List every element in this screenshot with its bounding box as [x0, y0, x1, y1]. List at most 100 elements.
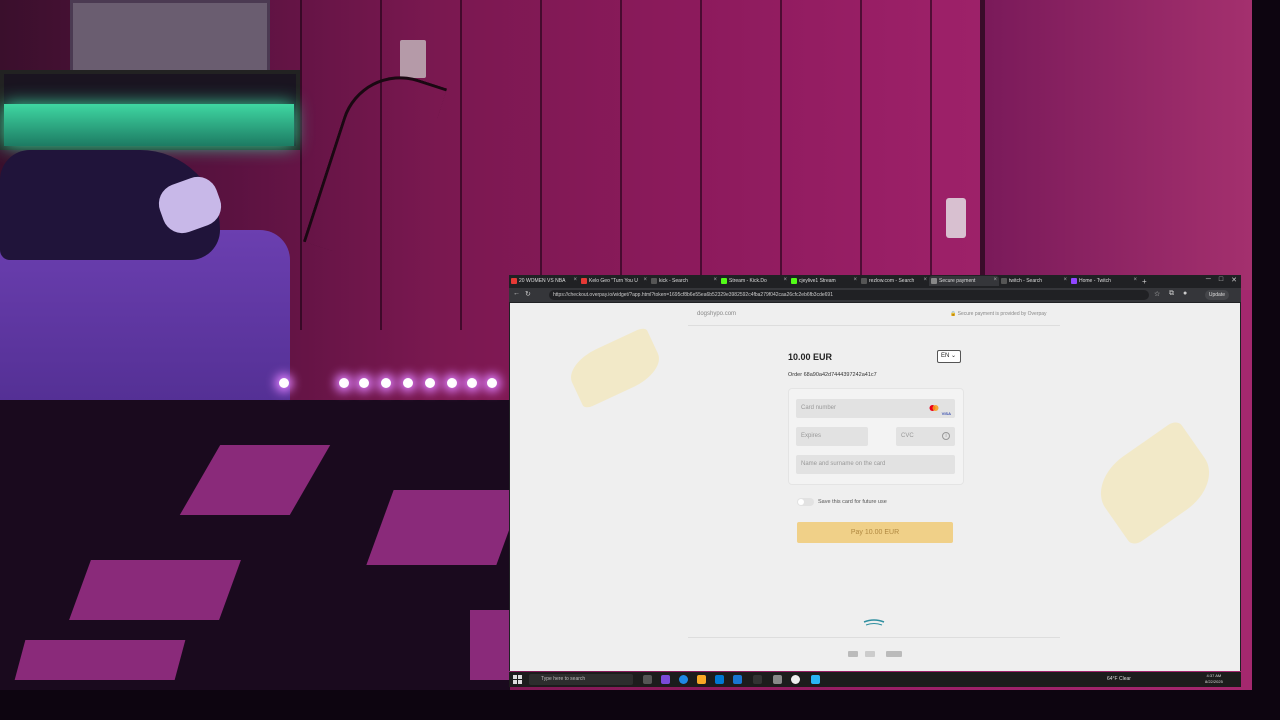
tab-favicon-icon — [581, 278, 587, 284]
door-panel — [70, 0, 270, 75]
tab[interactable]: Stream - Kick.Do × — [719, 276, 789, 286]
tab-label: 20 WOMEN VS NBA — [519, 278, 566, 284]
obs-icon[interactable] — [791, 675, 800, 684]
edge-icon[interactable] — [679, 675, 688, 684]
tab-favicon-icon — [1001, 278, 1007, 284]
led — [425, 378, 435, 388]
close-tab-icon[interactable]: × — [573, 277, 577, 283]
led — [403, 378, 413, 388]
tab[interactable]: rezlow.com - Search × — [859, 276, 929, 286]
maximize-icon[interactable]: □ — [1219, 276, 1223, 284]
pay-button[interactable]: Pay 10.00 EUR — [797, 522, 953, 543]
extensions-icon[interactable]: ⧉ — [1169, 290, 1174, 298]
file-explorer-icon[interactable] — [697, 675, 706, 684]
app-icon[interactable] — [753, 675, 762, 684]
tab-favicon-icon — [511, 278, 517, 284]
header-divider — [688, 325, 1060, 326]
tab[interactable]: twitch - Search × — [999, 276, 1069, 286]
tab[interactable]: Kelo Geo "Turn You U × — [579, 276, 649, 286]
clock-date: 8/22/2025 — [1205, 679, 1223, 684]
tab-active[interactable]: Secure payment × — [929, 276, 999, 286]
info-icon[interactable]: i — [942, 432, 950, 440]
desktop: 20 WOMEN VS NBA × Kelo Geo "Turn You U × k… — [0, 0, 1280, 720]
mail-icon[interactable] — [733, 675, 742, 684]
store-icon[interactable] — [715, 675, 724, 684]
floor — [0, 400, 524, 690]
background-decoration — [563, 326, 667, 410]
url-field[interactable]: https://checkout.overpay.io/widget/?app.… — [549, 290, 1149, 300]
language-select[interactable]: EN ⌄ — [937, 350, 961, 363]
tab-favicon-icon — [1071, 278, 1077, 284]
address-bar-row: ← ↻ https://checkout.overpay.io/widget/?… — [509, 288, 1241, 302]
background-decoration — [1087, 418, 1223, 548]
secure-badge-icon — [865, 651, 875, 657]
close-tab-icon[interactable]: × — [993, 277, 997, 283]
tab[interactable]: cjeylive1 Stream × — [789, 276, 859, 286]
card-number-placeholder: Card number — [801, 405, 837, 411]
save-card-toggle[interactable] — [797, 498, 814, 506]
secure-payment-note: 🔒 Secure payment is provided by Overpay — [950, 311, 1047, 317]
tab[interactable]: Home - Twitch × — [1069, 276, 1139, 286]
tab[interactable]: 20 WOMEN VS NBA × — [509, 276, 579, 286]
reload-icon[interactable]: ↻ — [525, 290, 531, 298]
close-tab-icon[interactable]: × — [783, 277, 787, 283]
pci-badge-icon — [848, 651, 858, 657]
window-controls: ─ □ ✕ — [1206, 276, 1237, 284]
tab-label: cjeylive1 Stream — [799, 278, 836, 284]
close-tab-icon[interactable]: × — [1133, 277, 1137, 283]
tab-favicon-icon — [651, 278, 657, 284]
floor-tile — [366, 490, 524, 565]
weather-widget[interactable]: 64°F Clear — [1107, 674, 1131, 685]
save-card-label: Save this card for future use — [818, 499, 887, 505]
tab-label: Kelo Geo "Turn You U — [589, 278, 638, 284]
close-window-icon[interactable]: ✕ — [1231, 276, 1237, 284]
close-tab-icon[interactable]: × — [643, 277, 647, 283]
tab-favicon-icon — [861, 278, 867, 284]
taskbar: Type here to search 64°F Clear 4:37 AM 8/… — [509, 672, 1241, 687]
tab-label: kick - Search — [659, 278, 688, 284]
close-tab-icon[interactable]: × — [713, 277, 717, 283]
cardholder-name-field[interactable]: Name and surname on the card — [796, 455, 955, 474]
profile-icon[interactable]: ● — [1183, 290, 1187, 297]
aquarium-light — [4, 104, 294, 146]
tab-label: rezlow.com - Search — [869, 278, 915, 284]
close-tab-icon[interactable]: × — [923, 277, 927, 283]
toggle-knob — [798, 499, 804, 505]
cvc-field[interactable]: CVC i — [896, 427, 955, 446]
card-number-field[interactable]: Card number VISA — [796, 399, 955, 418]
floor-tile — [14, 640, 186, 680]
minimize-icon[interactable]: ─ — [1206, 276, 1211, 284]
settings-icon[interactable] — [773, 675, 782, 684]
led-strip — [275, 378, 515, 390]
close-tab-icon[interactable]: × — [1063, 277, 1067, 283]
expires-field[interactable]: Expires — [796, 427, 868, 446]
cvc-placeholder: CVC — [901, 433, 914, 439]
merchant-site-name: dogshypo.com — [697, 311, 737, 317]
led — [447, 378, 457, 388]
tab-label: Home - Twitch — [1079, 278, 1111, 284]
bookmark-star-icon[interactable]: ☆ — [1154, 290, 1160, 298]
floor-tile — [69, 560, 241, 620]
led — [381, 378, 391, 388]
expires-placeholder: Expires — [801, 433, 822, 439]
update-button[interactable]: Update — [1204, 290, 1229, 300]
close-tab-icon[interactable]: × — [853, 277, 857, 283]
back-icon[interactable]: ← — [513, 290, 520, 297]
windows-start-icon[interactable] — [513, 675, 522, 684]
led — [487, 378, 497, 388]
light-switch — [946, 198, 966, 238]
taskbar-search-input[interactable]: Type here to search — [529, 674, 633, 685]
task-view-icon[interactable] — [643, 675, 652, 684]
visa-icon: VISA — [941, 411, 951, 416]
app-icon[interactable] — [811, 675, 820, 684]
tab[interactable]: kick - Search × — [649, 276, 719, 286]
app-icon[interactable] — [661, 675, 670, 684]
power-cord — [302, 60, 448, 270]
payment-badge-icon — [886, 651, 902, 657]
tab-favicon-icon — [931, 278, 937, 284]
wall-outlet — [400, 40, 426, 78]
new-tab-icon[interactable]: + — [1142, 277, 1147, 286]
right-wall — [985, 0, 1252, 290]
system-clock[interactable]: 4:37 AM 8/22/2025 — [1205, 673, 1223, 685]
led — [467, 378, 477, 388]
